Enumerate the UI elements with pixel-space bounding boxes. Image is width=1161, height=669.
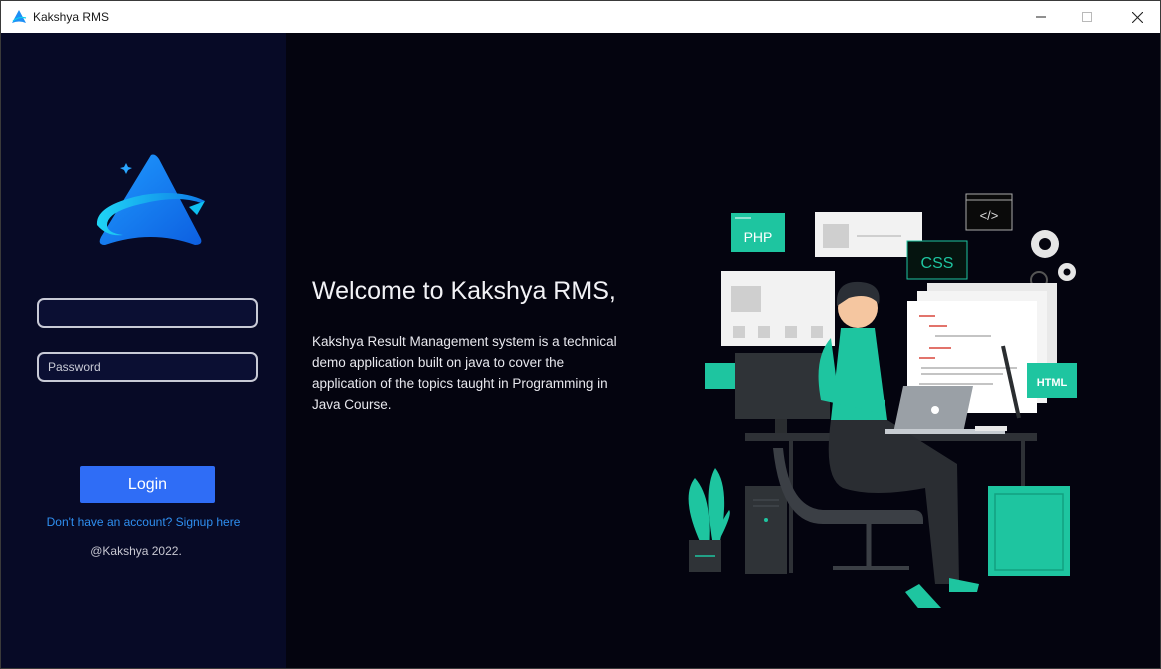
minimize-button[interactable] xyxy=(1018,1,1064,33)
password-field[interactable] xyxy=(37,352,258,382)
copyright-text: @Kakshya 2022. xyxy=(90,544,182,558)
maximize-icon xyxy=(1082,12,1092,22)
developer-illustration: PHP CSS </> HTML xyxy=(688,193,1077,608)
welcome-description: Kakshya Result Management system is a te… xyxy=(312,334,617,412)
html-label: HTML xyxy=(1037,377,1068,389)
css-label: CSS xyxy=(921,255,954,272)
signup-link[interactable]: Don't have an account? Signup here xyxy=(1,515,286,529)
title-bar[interactable]: Kakshya RMS xyxy=(1,1,1160,33)
minimize-icon xyxy=(1036,16,1046,18)
username-field[interactable] xyxy=(37,298,258,328)
close-icon xyxy=(1131,11,1143,23)
close-button[interactable] xyxy=(1114,1,1160,33)
welcome-panel: Welcome to Kakshya RMS, Kakshya Result M… xyxy=(286,33,1160,668)
login-panel: Login Don't have an account? Signup here… xyxy=(1,33,286,668)
app-logo-icon xyxy=(12,10,27,23)
kakshya-logo-icon xyxy=(96,154,205,245)
window-title: Kakshya RMS xyxy=(33,10,110,24)
login-button[interactable]: Login xyxy=(80,466,215,503)
php-label: PHP xyxy=(744,229,773,245)
code-label: </> xyxy=(980,208,999,223)
app-window: Kakshya RMS Password Login Don't have an… xyxy=(0,0,1161,669)
welcome-title: Welcome to Kakshya RMS, xyxy=(312,277,616,305)
maximize-button[interactable] xyxy=(1064,1,1110,33)
